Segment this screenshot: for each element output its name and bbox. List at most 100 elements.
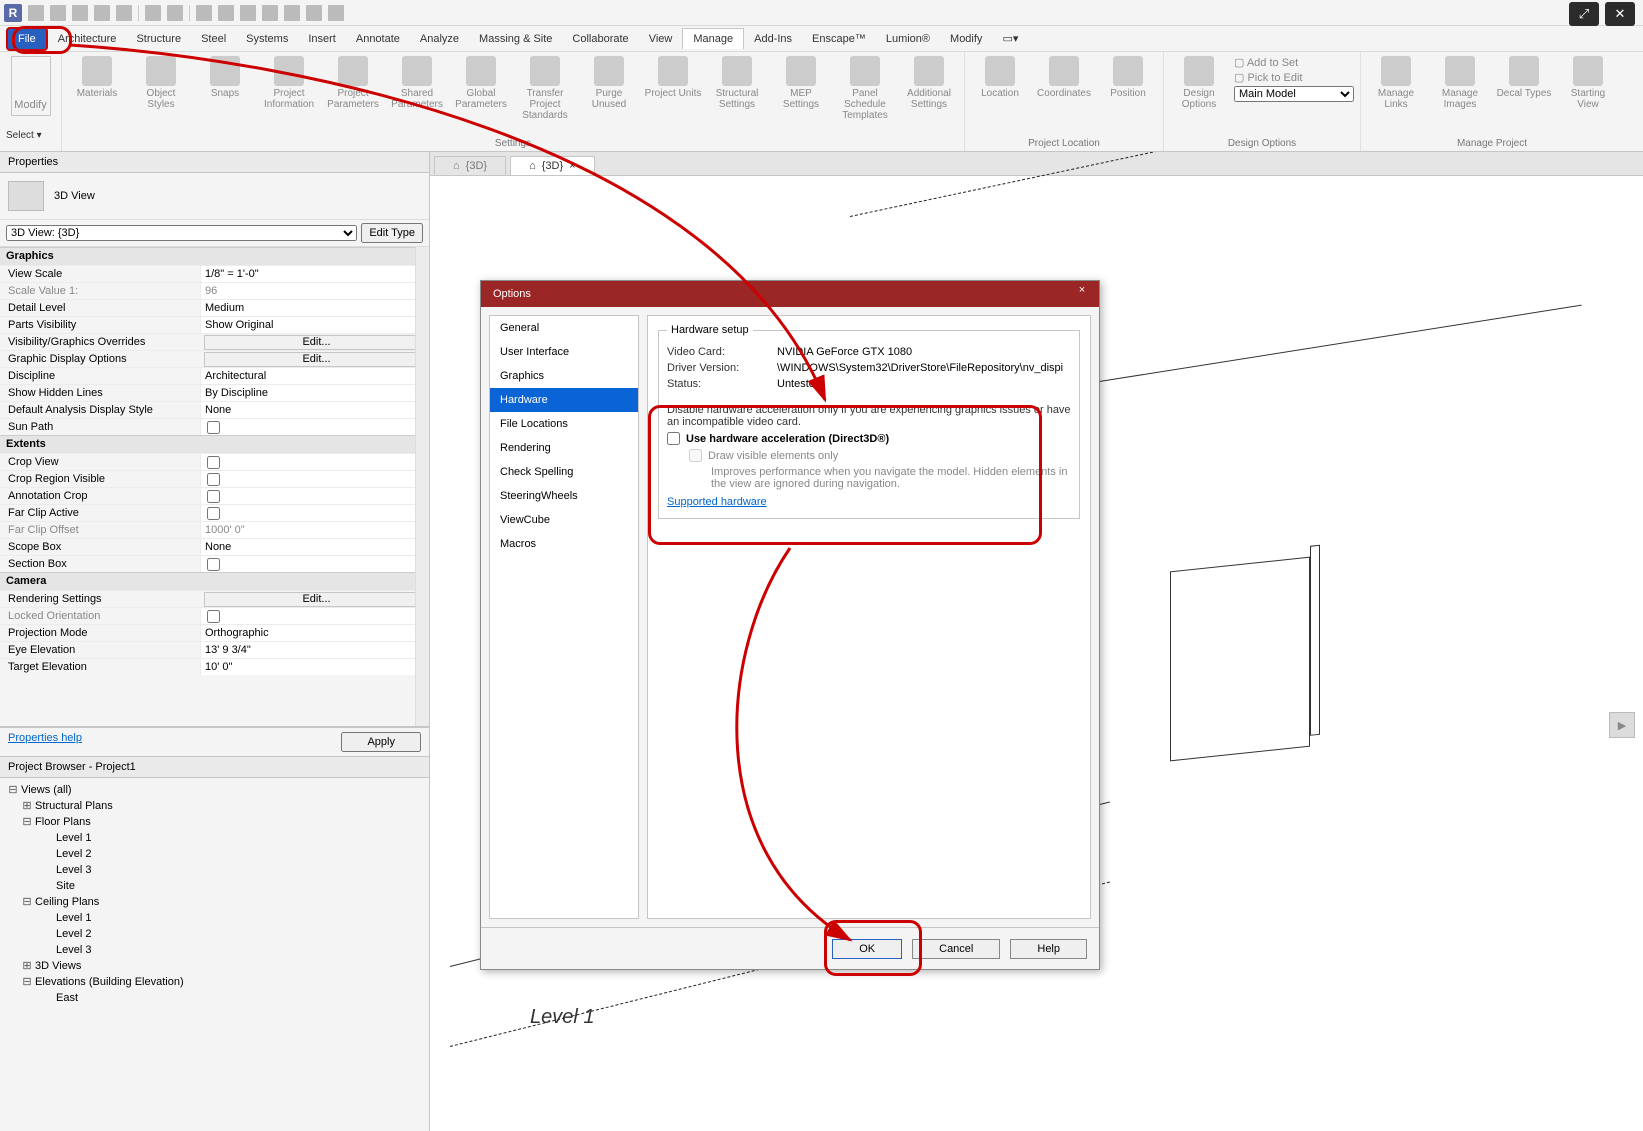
tree-node[interactable]: ⊞ 3D Views (8, 958, 421, 974)
ribbon-item[interactable]: Panel Schedule Templates (836, 56, 894, 121)
ribbon-item[interactable]: MEP Settings (772, 56, 830, 121)
dialog-titlebar[interactable]: Options × (481, 281, 1099, 307)
prop-checkbox[interactable] (207, 558, 220, 571)
ribbon-item[interactable]: Design Options (1170, 56, 1228, 110)
ribbon-item[interactable]: Additional Settings (900, 56, 958, 121)
qat-undo-icon[interactable] (145, 5, 161, 21)
prop-value[interactable] (200, 488, 429, 504)
modify-button[interactable]: Modify (11, 56, 51, 116)
tree-node[interactable]: ⊟ Ceiling Plans (8, 894, 421, 910)
expand-button[interactable]: ⤢ (1569, 2, 1599, 26)
prop-value[interactable]: 1/8" = 1'-0" (200, 266, 429, 282)
tree-expander-icon[interactable]: ⊞ (22, 798, 32, 814)
dialog-nav-item[interactable]: General (490, 316, 638, 340)
tab-massing-site[interactable]: Massing & Site (469, 29, 562, 49)
prop-value[interactable] (200, 471, 429, 487)
tab-modify[interactable]: Modify (940, 29, 992, 49)
ribbon-item[interactable]: Manage Links (1367, 56, 1425, 110)
prop-value[interactable]: 1000' 0" (200, 522, 429, 538)
qat-icon[interactable] (72, 5, 88, 21)
qat-redo-icon[interactable] (167, 5, 183, 21)
ribbon-item[interactable]: Transfer Project Standards (516, 56, 574, 121)
tree-node[interactable]: East (8, 990, 421, 1006)
ribbon-item[interactable]: Starting View (1559, 56, 1617, 110)
scrollbar[interactable] (415, 247, 429, 726)
prop-value[interactable]: 96 (200, 283, 429, 299)
ribbon-item[interactable]: Project Information (260, 56, 318, 121)
properties-help-link[interactable]: Properties help (8, 732, 82, 752)
dialog-nav-item[interactable]: Check Spelling (490, 460, 638, 484)
prop-checkbox[interactable] (207, 490, 220, 503)
cancel-button[interactable]: Cancel (912, 939, 1000, 959)
tab-enscape[interactable]: Enscape™ (802, 29, 876, 49)
main-model-select[interactable]: Main Model (1234, 86, 1354, 102)
tree-node[interactable]: Level 3 (8, 862, 421, 878)
prop-value[interactable] (200, 556, 429, 572)
prop-checkbox[interactable] (207, 456, 220, 469)
tree-expander-icon[interactable]: ⊟ (22, 814, 32, 830)
prop-value[interactable] (200, 505, 429, 521)
supported-hardware-link[interactable]: Supported hardware (667, 496, 767, 508)
prop-checkbox[interactable] (207, 610, 220, 623)
qat-icon[interactable] (262, 5, 278, 21)
tab-systems[interactable]: Systems (236, 29, 298, 49)
ribbon-item[interactable]: Project Units (644, 56, 702, 121)
dialog-nav-item[interactable]: SteeringWheels (490, 484, 638, 508)
doc-tab[interactable]: ⌂{3D} (434, 156, 506, 175)
ribbon-item[interactable]: Purge Unused (580, 56, 638, 121)
prop-value[interactable]: Show Original (200, 317, 429, 333)
ribbon-item[interactable]: Object Styles (132, 56, 190, 121)
dialog-nav-item[interactable]: Hardware (490, 388, 638, 412)
qat-icon[interactable] (218, 5, 234, 21)
apply-button[interactable]: Apply (341, 732, 421, 752)
project-browser-tree[interactable]: ⊟ Views (all)⊞ Structural Plans⊟ Floor P… (0, 778, 429, 1010)
design-option-item[interactable]: ▢ Add to Set (1234, 56, 1354, 69)
dialog-nav-item[interactable]: ViewCube (490, 508, 638, 532)
tab-overflow[interactable]: ▭▾ (992, 28, 1028, 49)
tab-view[interactable]: View (639, 29, 683, 49)
qat-icon[interactable] (28, 5, 44, 21)
prop-edit-button[interactable]: Edit... (204, 335, 425, 350)
tab-insert[interactable]: Insert (298, 29, 346, 49)
ribbon-item[interactable]: Materials (68, 56, 126, 121)
ribbon-item[interactable]: Location (971, 56, 1029, 99)
prop-checkbox[interactable] (207, 473, 220, 486)
help-button[interactable]: Help (1010, 939, 1087, 959)
ribbon-item[interactable]: Global Parameters (452, 56, 510, 121)
tree-expander-icon[interactable]: ⊞ (22, 958, 32, 974)
qat-icon[interactable] (240, 5, 256, 21)
design-option-item[interactable]: ▢ Pick to Edit (1234, 71, 1354, 84)
qat-icon[interactable] (196, 5, 212, 21)
tree-node[interactable]: Level 2 (8, 846, 421, 862)
tab-architecture[interactable]: Architecture (48, 29, 127, 49)
dialog-nav-item[interactable]: Graphics (490, 364, 638, 388)
prop-value[interactable]: Medium (200, 300, 429, 316)
tab-structure[interactable]: Structure (126, 29, 191, 49)
tab-file[interactable]: File (6, 27, 48, 51)
ok-button[interactable]: OK (832, 939, 902, 959)
ribbon-item[interactable]: Manage Images (1431, 56, 1489, 110)
tree-expander-icon[interactable]: ⊟ (22, 894, 32, 910)
nav-arrow-icon[interactable]: ▶ (1609, 712, 1635, 738)
prop-value[interactable]: None (200, 539, 429, 555)
prop-checkbox[interactable] (207, 421, 220, 434)
prop-edit-button[interactable]: Edit... (204, 352, 425, 367)
prop-value[interactable] (200, 454, 429, 470)
tab-manage[interactable]: Manage (682, 28, 744, 49)
prop-value[interactable]: None (200, 402, 429, 418)
ribbon-item[interactable]: Snaps (196, 56, 254, 121)
tree-node[interactable]: ⊟ Elevations (Building Elevation) (8, 974, 421, 990)
qat-icon[interactable] (306, 5, 322, 21)
edit-type-button[interactable]: Edit Type (361, 223, 423, 243)
dialog-nav-item[interactable]: Macros (490, 532, 638, 556)
ribbon-item[interactable]: Coordinates (1035, 56, 1093, 99)
dialog-nav-item[interactable]: File Locations (490, 412, 638, 436)
qat-icon[interactable] (50, 5, 66, 21)
qat-icon[interactable] (116, 5, 132, 21)
dialog-nav-item[interactable]: Rendering (490, 436, 638, 460)
prop-group-header[interactable]: Extents⌃ (0, 435, 429, 453)
prop-value[interactable] (200, 419, 429, 435)
tree-node[interactable]: ⊞ Structural Plans (8, 798, 421, 814)
tree-node[interactable]: Level 3 (8, 942, 421, 958)
tree-expander-icon[interactable]: ⊟ (22, 974, 32, 990)
